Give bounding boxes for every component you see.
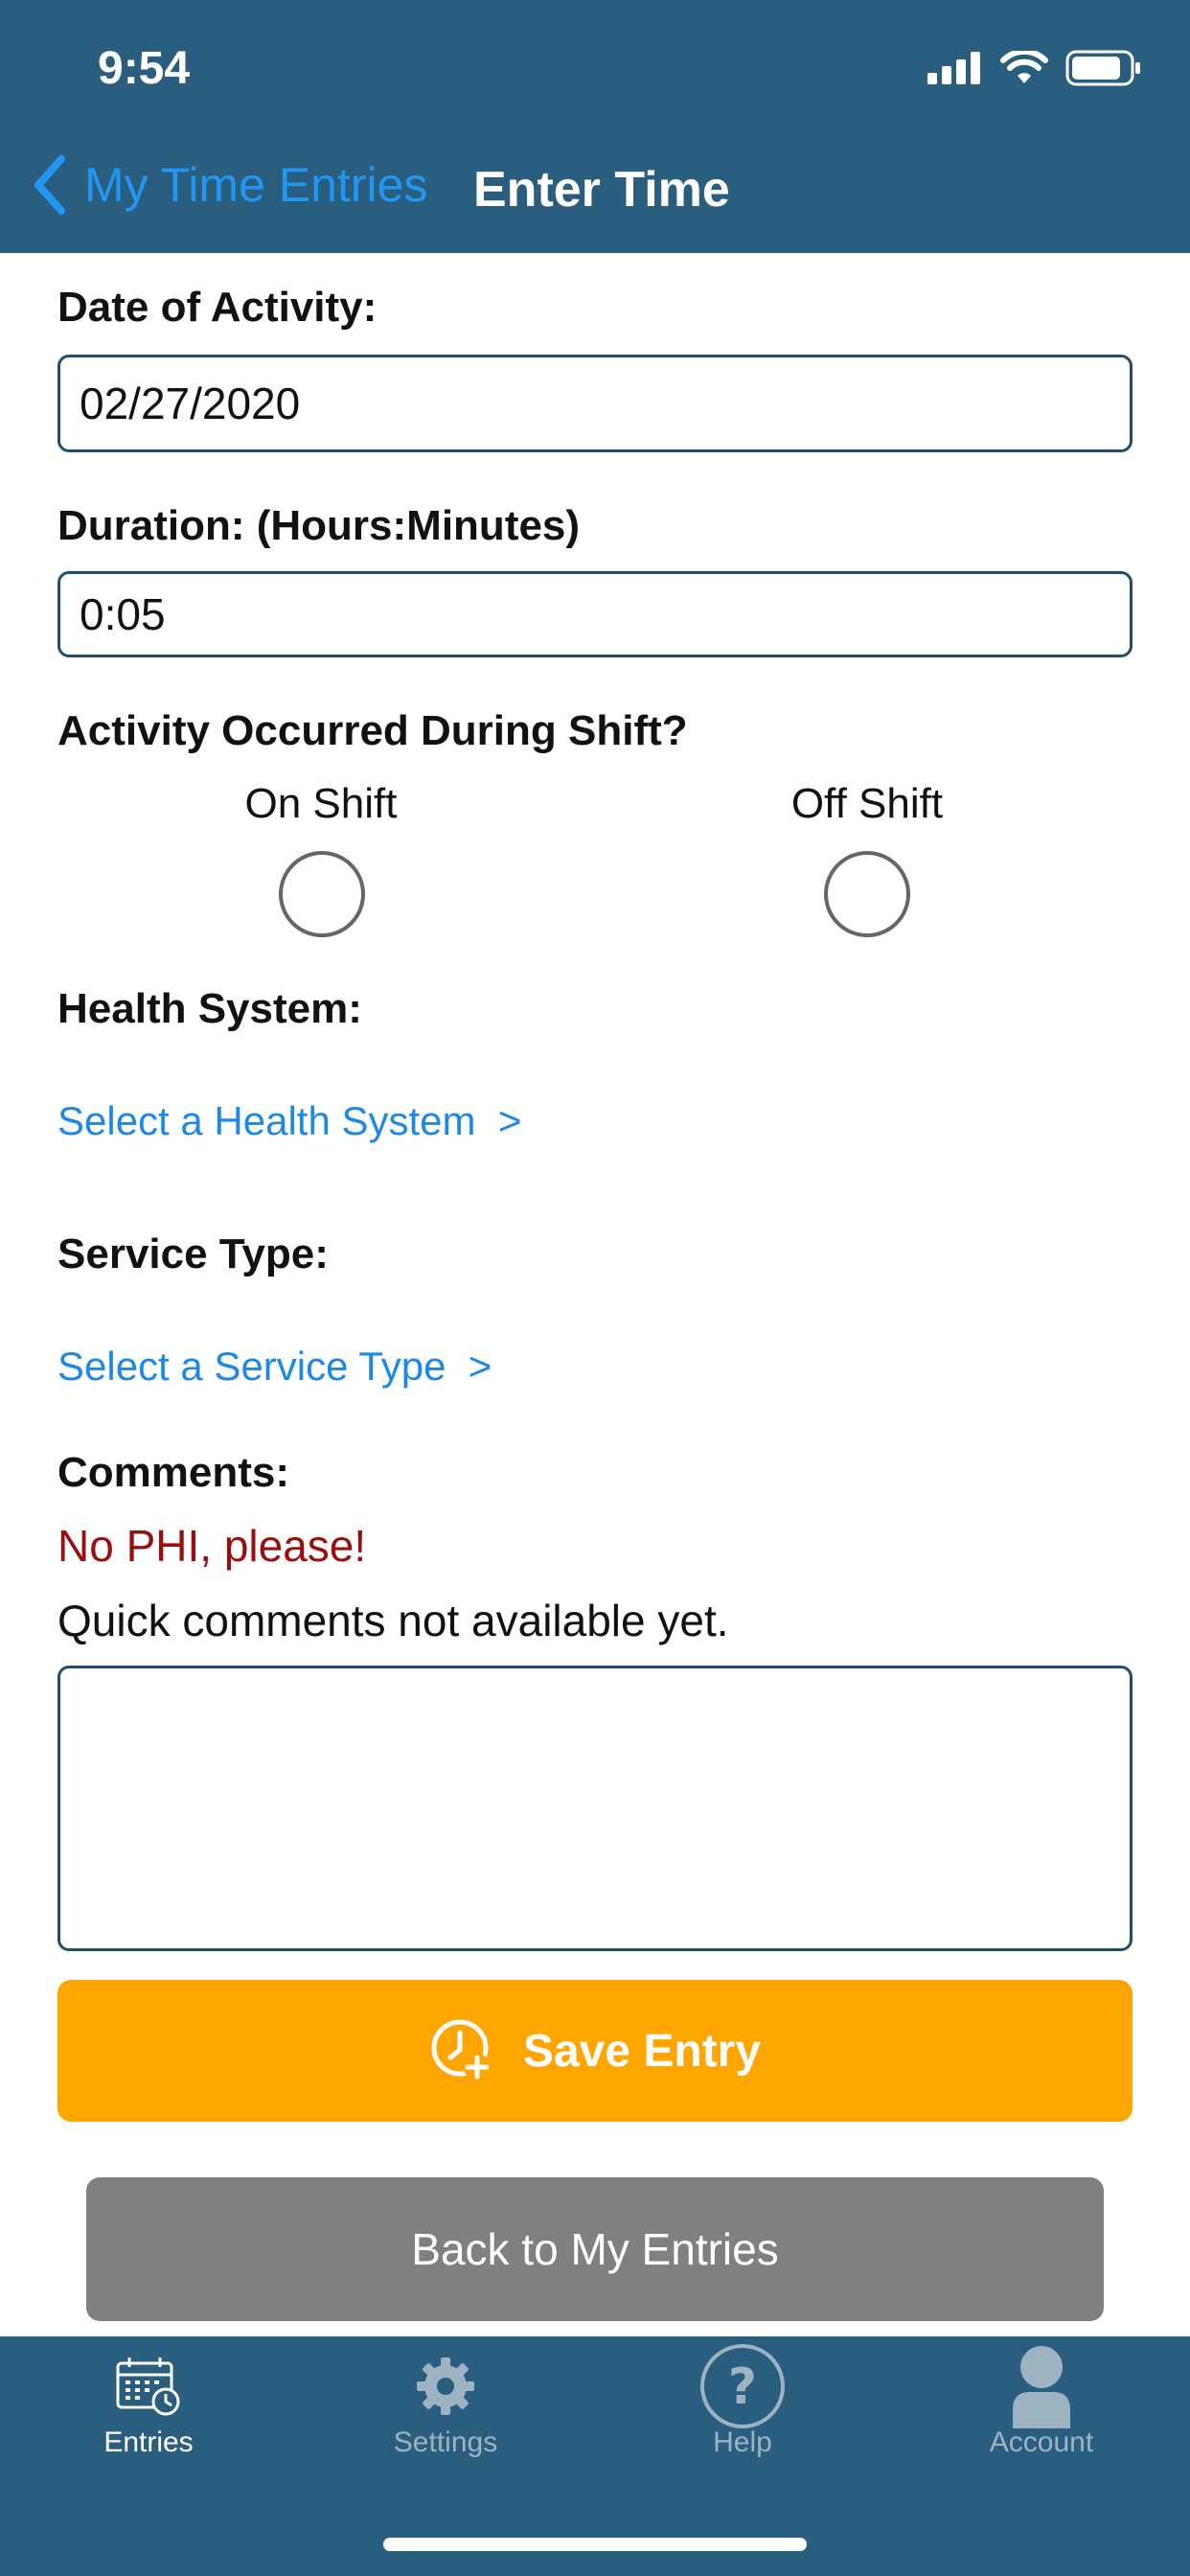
back-link-label: My Time Entries — [84, 158, 428, 212]
health-system-label: Health System: — [57, 985, 362, 1032]
header: 9:54 My Time Entries Enter Time — [0, 0, 1190, 253]
on-shift-label: On Shift — [244, 780, 398, 827]
tab-settings-label: Settings — [393, 2426, 498, 2458]
page-title: Enter Time — [473, 162, 730, 218]
duration-label: Duration: (Hours:Minutes) — [57, 502, 581, 549]
back-to-my-entries-button[interactable]: Back to My Entries — [86, 2177, 1104, 2321]
comments-textarea[interactable] — [57, 1666, 1133, 1951]
off-shift-radio[interactable] — [824, 851, 910, 937]
tab-account[interactable]: Account — [893, 2346, 1190, 2459]
on-shift-radio[interactable] — [279, 851, 365, 937]
tab-entries[interactable]: Entries — [0, 2356, 297, 2459]
quick-comments-note: Quick comments not available yet. — [57, 1596, 729, 1645]
status-time: 9:54 — [98, 43, 191, 94]
person-icon — [1013, 2346, 1070, 2428]
status-icons — [927, 50, 1142, 86]
home-indicator[interactable] — [383, 2538, 807, 2551]
service-type-label: Service Type: — [57, 1230, 329, 1277]
tab-account-label: Account — [989, 2426, 1094, 2458]
clock-add-icon — [431, 2019, 491, 2081]
date-of-activity-field[interactable]: 02/27/2020 — [57, 355, 1133, 452]
wifi-icon — [1000, 51, 1048, 83]
date-of-activity-label: Date of Activity: — [57, 284, 378, 331]
cellular-signal-icon — [927, 52, 980, 84]
tab-settings[interactable]: Settings — [297, 2356, 594, 2459]
gear-icon — [417, 2358, 474, 2415]
phi-warning: No PHI, please! — [57, 1521, 367, 1571]
save-entry-button[interactable]: Save Entry — [57, 1980, 1133, 2122]
tab-entries-label: Entries — [103, 2426, 194, 2458]
calendar-clock-icon — [116, 2358, 180, 2416]
question-circle-icon: ? — [700, 2344, 785, 2428]
save-entry-label: Save Entry — [522, 2025, 762, 2077]
svg-text:?: ? — [728, 2358, 757, 2416]
select-service-type-link[interactable]: Select a Service Type > — [57, 1344, 492, 1390]
comments-label: Comments: — [57, 1449, 290, 1496]
tab-help[interactable]: ? Help — [594, 2344, 891, 2459]
chevron-left-icon — [34, 155, 65, 215]
select-health-system-link[interactable]: Select a Health System > — [57, 1098, 521, 1144]
shift-question-label: Activity Occurred During Shift? — [57, 707, 688, 754]
duration-field[interactable]: 0:05 — [57, 571, 1133, 657]
tab-help-label: Help — [713, 2426, 772, 2458]
back-to-time-entries-link[interactable]: My Time Entries — [33, 155, 427, 215]
battery-icon — [1065, 50, 1140, 86]
off-shift-label: Off Shift — [790, 780, 944, 827]
